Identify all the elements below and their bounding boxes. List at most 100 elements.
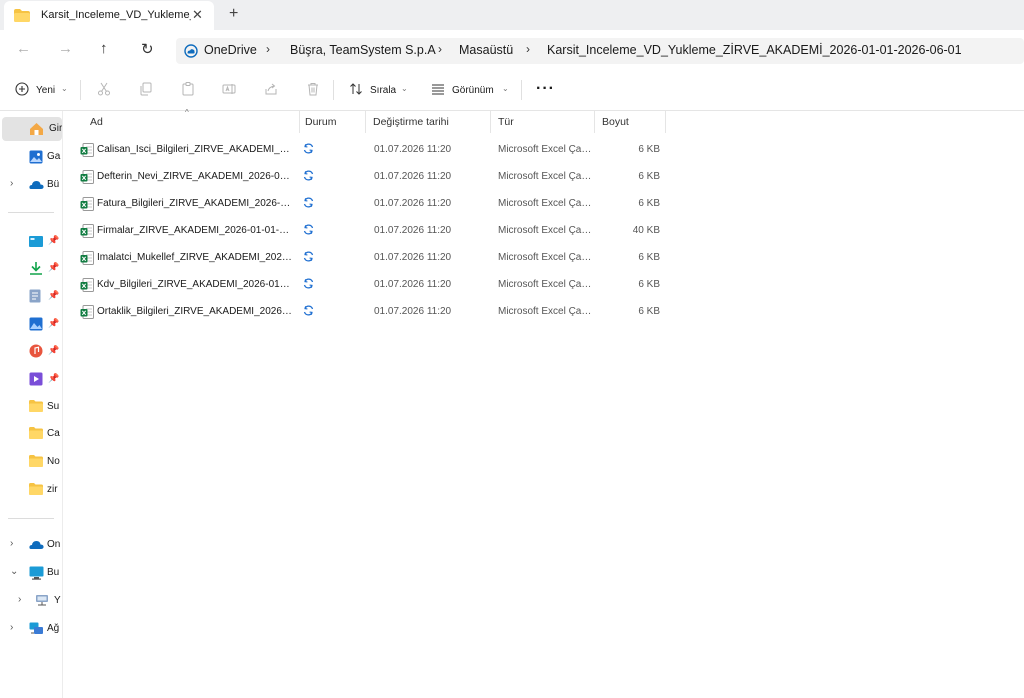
file-size: 6 KB	[638, 198, 660, 209]
onedrive-icon	[29, 541, 44, 549]
close-tab-icon[interactable]: ✕	[192, 7, 203, 23]
column-divider[interactable]	[490, 111, 491, 133]
downloads-icon	[30, 262, 42, 275]
column-divider[interactable]	[299, 111, 300, 133]
sidebar-item-network[interactable]: › Ağ	[0, 617, 62, 641]
sort-icon[interactable]	[349, 82, 363, 96]
file-type: Microsoft Excel Çalışma Sayfası	[498, 306, 592, 317]
sidebar-item-label: On	[47, 539, 61, 550]
excel-file-icon	[80, 278, 94, 292]
breadcrumb-separator[interactable]: ›	[266, 42, 270, 56]
file-size: 40 KB	[632, 225, 660, 236]
cut-icon[interactable]	[97, 82, 111, 96]
sidebar-item-music[interactable]: 📌	[0, 339, 62, 363]
chevron-right-icon[interactable]: ›	[10, 538, 13, 549]
new-button[interactable]: Yeni	[36, 85, 55, 96]
file-row[interactable]: Ortaklik_Bilgileri_ZİRVE_AKADEMİ_2026-01…	[77, 298, 667, 324]
chevron-down-icon[interactable]: ⌄	[10, 566, 18, 577]
onedrive-cloud-icon	[184, 44, 198, 58]
file-type: Microsoft Excel Çalışma Sayfası	[498, 252, 592, 263]
sidebar-item-downloads[interactable]: 📌	[0, 256, 62, 280]
sidebar-item-folder[interactable]: Ca	[0, 422, 62, 446]
sidebar-item-pictures[interactable]: 📌	[0, 312, 62, 336]
file-row[interactable]: Defterin_Nevi_ZİRVE_AKADEMİ_2026-01-01-2…	[77, 163, 667, 189]
sidebar-item-desktop[interactable]: 📌	[0, 229, 62, 253]
column-header-status[interactable]: Durum	[305, 116, 337, 128]
address-bar[interactable]: OneDrive › Büşra, TeamSystem S.p.A › Mas…	[176, 38, 1024, 64]
column-divider[interactable]	[665, 111, 666, 133]
file-type: Microsoft Excel Çalışma Sayfası	[498, 279, 592, 290]
tab-current-folder[interactable]: Karsit_Inceleme_VD_Yukleme_ ✕	[4, 1, 214, 30]
sidebar-item-this-pc[interactable]: ⌄ Bu	[0, 561, 62, 585]
pin-icon: 📌	[48, 318, 60, 328]
more-options-icon[interactable]: ···	[536, 80, 555, 98]
sidebar-item-onedrive-personal[interactable]: › Bü	[0, 173, 62, 197]
rename-icon[interactable]	[222, 82, 236, 96]
sidebar-item-documents[interactable]: 📌	[0, 284, 62, 308]
column-header-name[interactable]: Ad	[90, 116, 103, 128]
sidebar-item-network-drive[interactable]: › Y	[0, 589, 62, 613]
sidebar-item-onedrive[interactable]: › On	[0, 533, 62, 557]
excel-file-icon	[80, 251, 94, 265]
breadcrumb-separator[interactable]: ›	[438, 42, 442, 56]
sidebar-item-folder[interactable]: zir	[0, 478, 62, 502]
pin-icon: 📌	[48, 235, 60, 245]
breadcrumb-separator[interactable]: ›	[526, 42, 530, 56]
column-header-size[interactable]: Boyut	[602, 116, 629, 128]
sidebar-item-folder[interactable]: No	[0, 450, 62, 474]
view-icon[interactable]	[431, 82, 445, 96]
breadcrumb-current-folder[interactable]: Karsit_Inceleme_VD_Yukleme_ZİRVE_AKADEMİ…	[547, 43, 962, 57]
new-tab-button[interactable]: +	[229, 5, 238, 23]
file-name: Firmalar_ZİRVE_AKADEMİ_2026-01-01-2026-0…	[97, 225, 293, 236]
file-list: ^ Ad Durum Değiştirme tarihi Tür Boyut C…	[63, 108, 1024, 698]
file-modified-date: 01.07.2026 11:20	[374, 171, 452, 182]
file-row[interactable]: Fatura_Bilgileri_ZİRVE_AKADEMİ_2026-01- 0…	[77, 190, 667, 216]
sort-indicator-icon: ^	[185, 108, 189, 117]
file-type: Microsoft Excel Çalışma Sayfası	[498, 171, 592, 182]
share-icon[interactable]	[264, 82, 278, 96]
breadcrumb-onedrive[interactable]: OneDrive	[204, 43, 257, 57]
pictures-icon	[29, 317, 43, 331]
file-row[interactable]: Firmalar_ZİRVE_AKADEMİ_2026-01-01-2026-0…	[77, 217, 667, 243]
sidebar-item-home[interactable]: Gir	[2, 117, 62, 141]
file-row[interactable]: Calisan_Isci_Bilgileri_ZİRVE_AKADEMİ_202…	[77, 136, 667, 162]
breadcrumb-desktop[interactable]: Masaüstü	[459, 43, 513, 57]
sidebar-item-folder[interactable]: Su	[0, 395, 62, 419]
sort-button[interactable]: Sırala	[370, 85, 396, 96]
column-header-type[interactable]: Tür	[498, 116, 514, 128]
back-button[interactable]: ←	[16, 40, 31, 57]
paste-icon[interactable]	[181, 82, 195, 96]
column-divider[interactable]	[365, 111, 366, 133]
forward-button[interactable]: →	[58, 40, 73, 57]
chevron-right-icon[interactable]: ›	[18, 594, 21, 605]
file-size: 6 KB	[638, 252, 660, 263]
music-icon	[29, 344, 43, 358]
file-modified-date: 01.07.2026 11:20	[374, 306, 452, 317]
up-button[interactable]: ↑	[100, 40, 108, 57]
sidebar-item-label: Ca	[47, 428, 60, 439]
breadcrumb-account[interactable]: Büşra, TeamSystem S.p.A	[290, 43, 436, 57]
excel-file-icon	[80, 197, 94, 211]
chevron-right-icon[interactable]: ›	[10, 178, 13, 189]
toolbar-divider	[80, 80, 81, 100]
delete-icon[interactable]	[306, 82, 320, 96]
column-divider[interactable]	[594, 111, 595, 133]
copy-icon[interactable]	[139, 82, 153, 96]
pin-icon: 📌	[48, 345, 60, 355]
view-button[interactable]: Görünüm	[452, 85, 494, 96]
sidebar-item-gallery[interactable]: Ga	[0, 145, 62, 169]
refresh-button[interactable]: ↻	[141, 40, 154, 58]
pin-icon: 📌	[48, 373, 60, 383]
plus-circle-icon[interactable]	[15, 82, 29, 96]
file-row[interactable]: Imalatci_Mukellef_ZİRVE_AKADEMİ_2026-01-…	[77, 244, 667, 270]
file-row[interactable]: Kdv_Bilgileri_ZİRVE_AKADEMİ_2026-01-01-2…	[77, 271, 667, 297]
chevron-right-icon[interactable]: ›	[10, 622, 13, 633]
column-header-modified[interactable]: Değiştirme tarihi	[373, 116, 449, 128]
file-modified-date: 01.07.2026 11:20	[374, 252, 452, 263]
sidebar-item-label: zir	[47, 484, 58, 495]
desktop-icon	[29, 236, 43, 247]
sidebar-item-label: Ağ	[47, 623, 60, 634]
sidebar-item-label: Bu	[47, 567, 60, 578]
network-icon	[29, 622, 43, 634]
sidebar-item-videos[interactable]: 📌	[0, 367, 62, 391]
